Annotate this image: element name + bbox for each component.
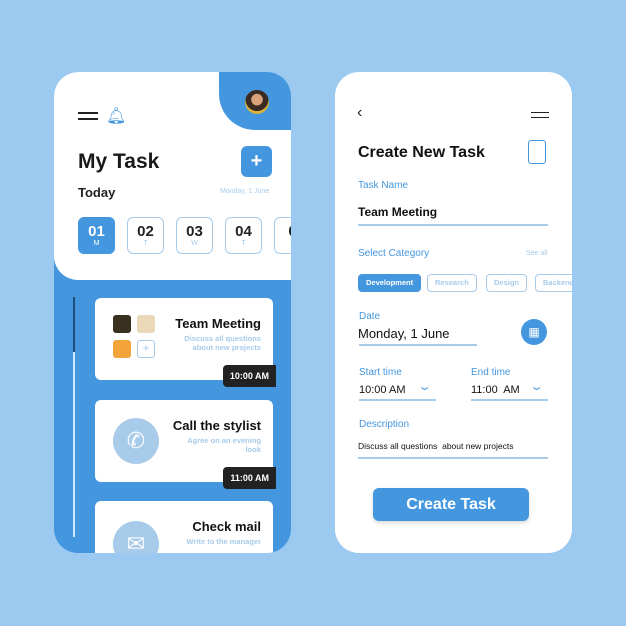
divider [358, 457, 548, 459]
task-title: Call the stylist [172, 418, 261, 433]
day-letter: M [93, 240, 100, 247]
start-time-label: Start time [359, 367, 402, 378]
task-time: 10:00 AM [222, 365, 276, 387]
create-task-button[interactable]: Create Task [373, 488, 529, 521]
task-desc: Write to the manager [186, 537, 261, 546]
category-design[interactable]: Design [486, 274, 528, 292]
category-research[interactable]: Research [427, 274, 477, 292]
task-title: Check mail [192, 519, 261, 534]
end-time-label: End time [471, 367, 511, 378]
day-number: 01 [88, 223, 105, 240]
task-name-label: Task Name [358, 180, 409, 191]
divider [359, 399, 436, 401]
current-date: Monday, 1 June [220, 188, 270, 195]
member-avatar [113, 315, 131, 333]
day-letter: T [143, 240, 148, 247]
timeline-progress [73, 297, 75, 352]
divider [358, 224, 548, 226]
chevron-down-icon[interactable]: ⌄ [417, 380, 432, 393]
task-card[interactable]: ✆ Call the stylist Agree on an evening l… [95, 400, 276, 489]
bell-icon[interactable]: 🔔︎ [106, 106, 126, 126]
task-desc: Agree on an evening look [187, 436, 261, 454]
menu-icon[interactable] [78, 112, 98, 120]
see-all-link[interactable]: See all [526, 250, 547, 257]
day-02[interactable]: 02 T [127, 217, 164, 254]
page-title: My Task [78, 150, 160, 173]
add-member-button[interactable]: + [137, 340, 155, 358]
start-time-select[interactable]: 10:00 AM [359, 384, 405, 396]
my-task-screen: 🔔︎ My Task Today Monday, 1 June + 01 M 02… [54, 72, 291, 553]
member-avatar [137, 315, 155, 333]
date-label: Date [359, 311, 381, 322]
phone-icon: ✆ [113, 418, 159, 464]
day-number: 02 [137, 223, 154, 240]
chevron-down-icon[interactable]: ⌄ [529, 380, 544, 393]
today-label: Today [78, 185, 116, 200]
task-card[interactable]: ✉ Check mail Write to the manager [95, 501, 273, 553]
back-icon[interactable]: ‹ [357, 104, 362, 122]
task-title: Team Meeting [175, 316, 261, 331]
menu-icon[interactable] [531, 112, 549, 118]
category-development[interactable]: Development [358, 274, 422, 292]
day-number: 04 [235, 223, 252, 240]
create-task-screen: ‹ Create New Task Task Name Team Meeting… [335, 72, 572, 553]
divider [359, 344, 477, 346]
member-avatar [113, 340, 131, 358]
add-task-button[interactable]: + [241, 146, 272, 177]
task-time: 11:00 AM [223, 467, 276, 489]
description-input[interactable]: Discuss all questions about new projects [358, 441, 513, 451]
calendar-icon[interactable]: ▦ [521, 319, 547, 345]
task-name-input[interactable]: Team Meeting [358, 205, 437, 219]
avatar[interactable] [245, 90, 269, 114]
day-01[interactable]: 01 M [78, 217, 115, 254]
divider [471, 399, 548, 401]
day-letter: T [241, 240, 246, 247]
day-04[interactable]: 04 T [225, 217, 262, 254]
day-number: 0 [275, 223, 291, 240]
task-desc: Discuss all questions about new projects [184, 334, 261, 352]
day-letter: W [191, 240, 198, 247]
clipboard-icon [528, 140, 546, 164]
day-number: 03 [186, 223, 203, 240]
end-time-select[interactable]: 11:00 AM [471, 384, 520, 396]
page-title: Create New Task [358, 144, 485, 161]
category-label: Select Category [358, 248, 430, 259]
day-03[interactable]: 03 W [176, 217, 213, 254]
description-label: Description [359, 419, 410, 430]
day-05[interactable]: 0 [274, 217, 291, 254]
category-backend[interactable]: Backend [535, 274, 572, 292]
task-card[interactable]: + Team Meeting Discuss all questions abo… [95, 298, 276, 387]
date-input[interactable]: Monday, 1 June [358, 326, 450, 341]
